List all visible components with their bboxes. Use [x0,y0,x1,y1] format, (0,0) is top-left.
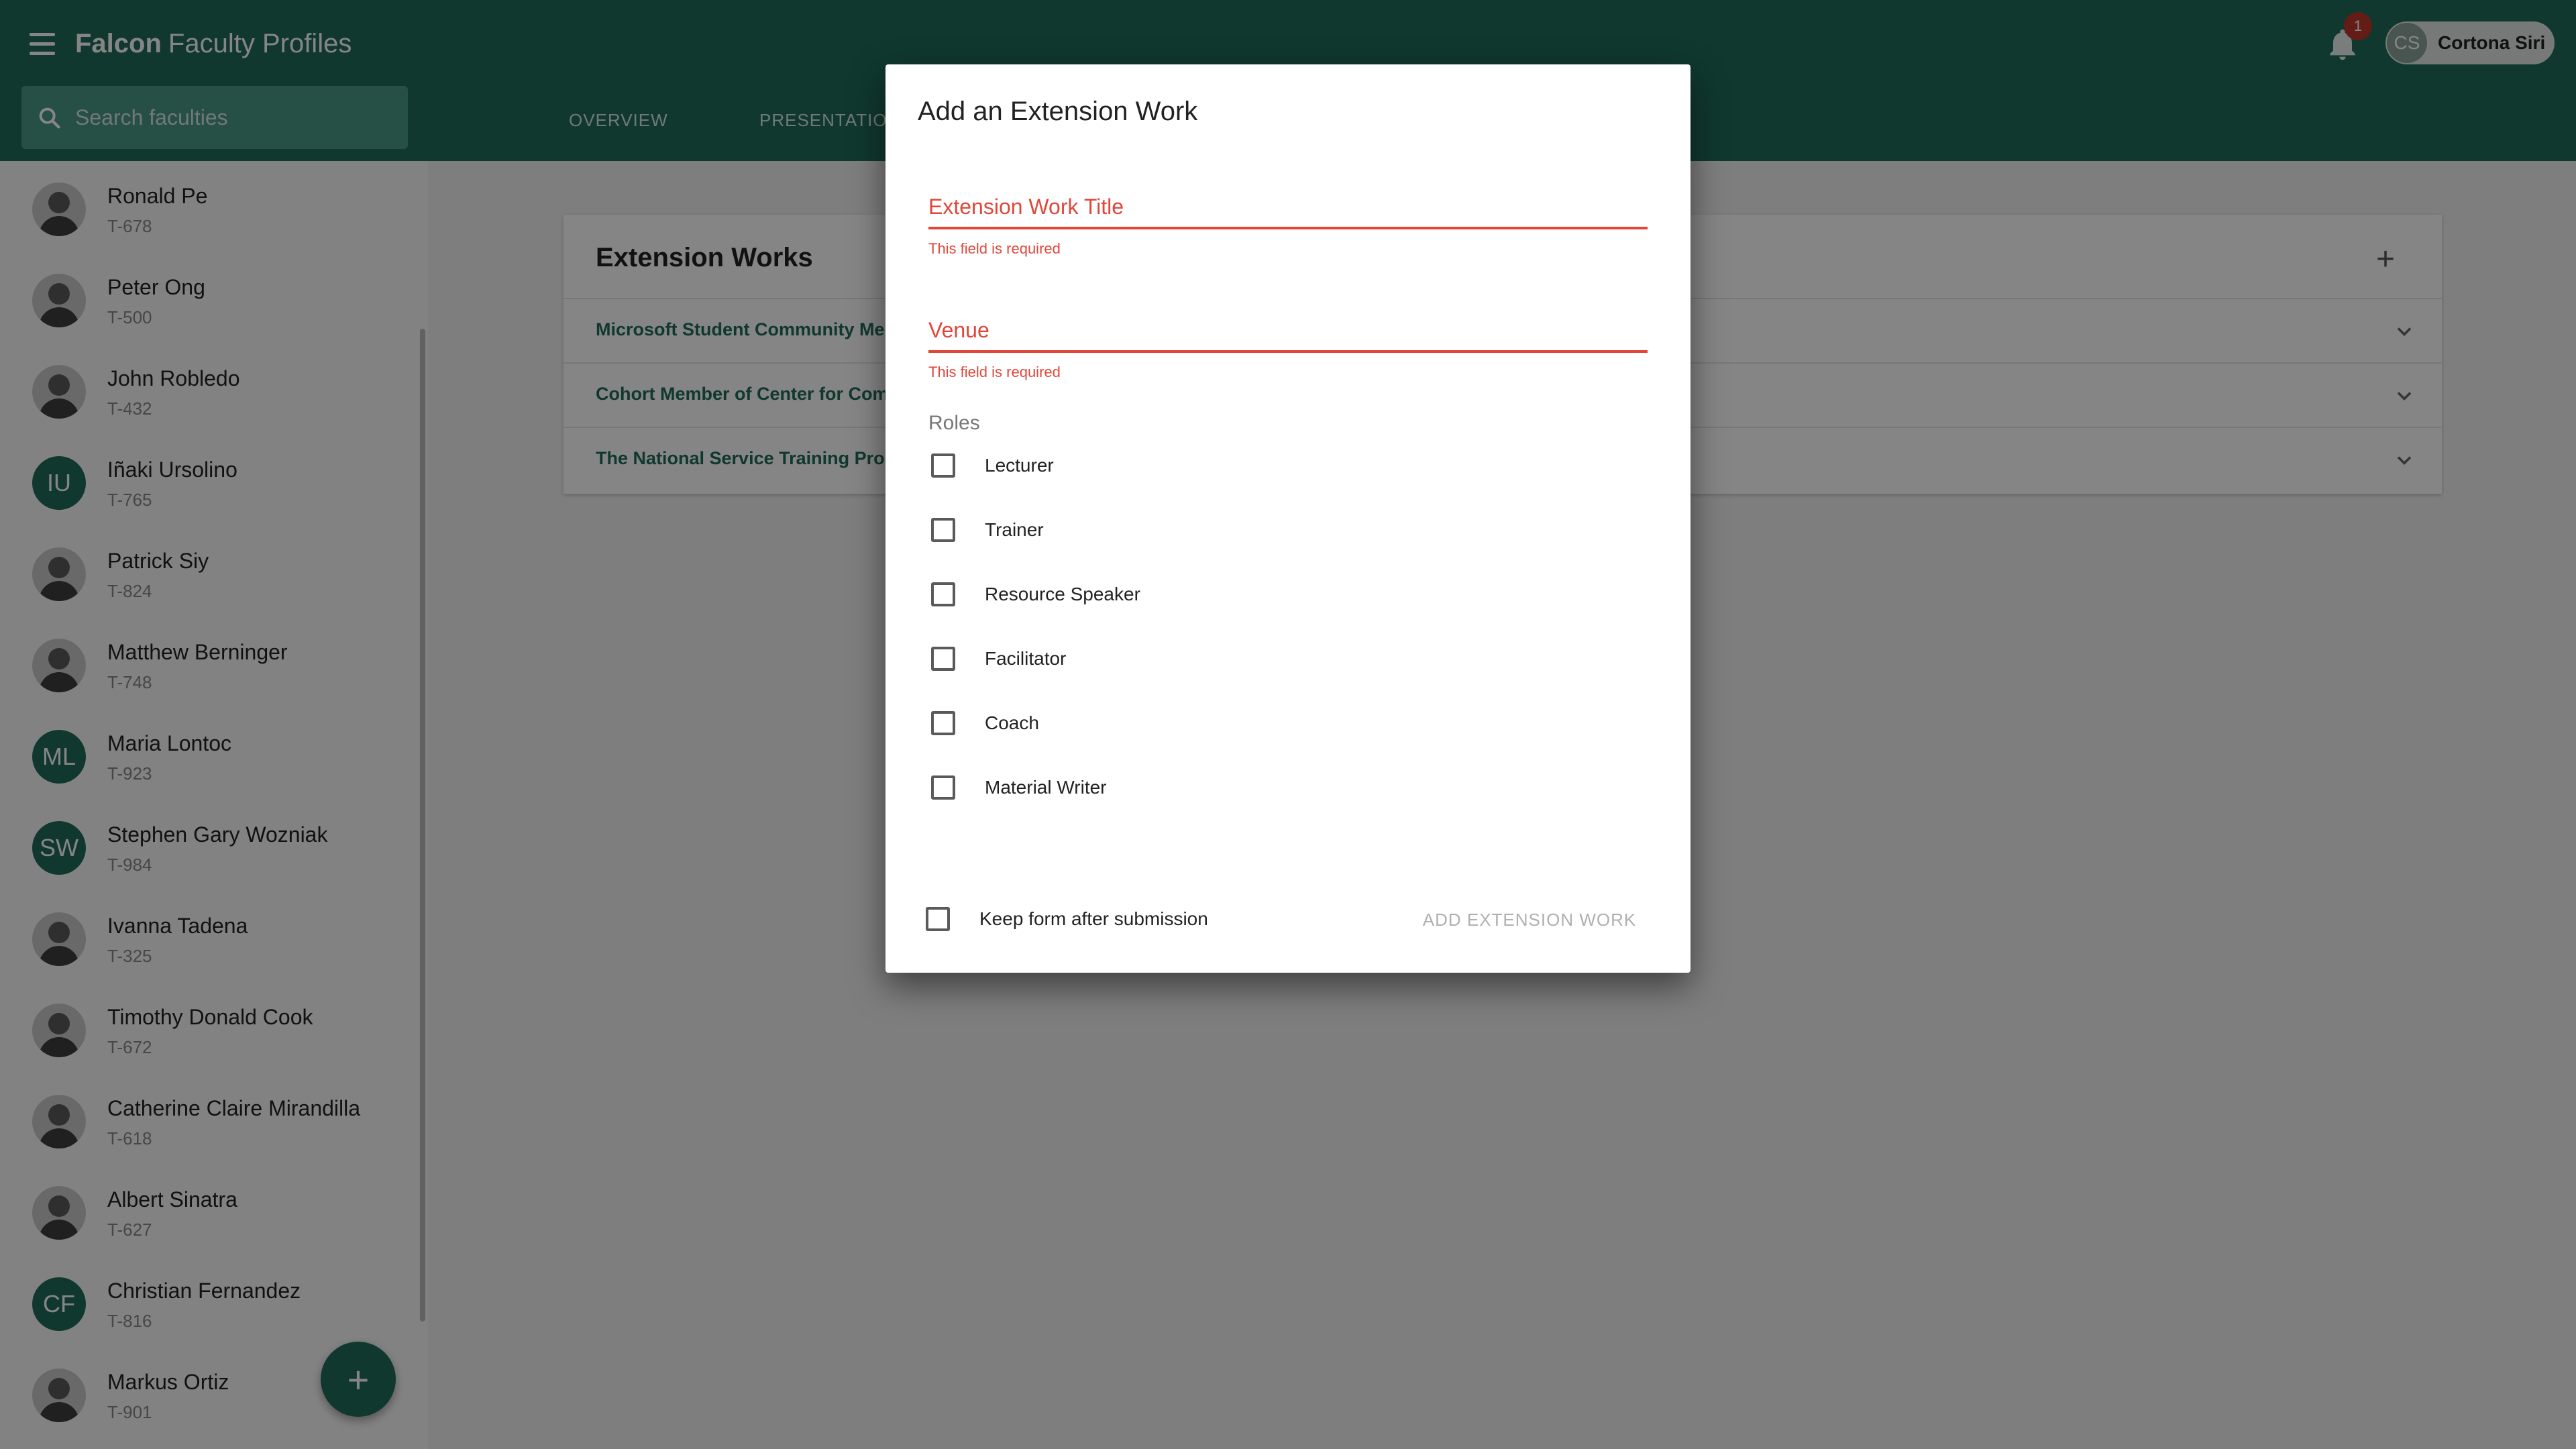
role-facilitator-checkbox[interactable]: Facilitator [928,643,1331,675]
role-label: Facilitator [985,648,1067,669]
checkbox[interactable] [931,582,955,606]
checkbox[interactable] [931,775,955,800]
extension-work-title-field[interactable]: Extension Work Title [928,195,1124,219]
role-resource-speaker-checkbox[interactable]: Resource Speaker [928,578,1331,610]
venue-error: This field is required [928,364,1061,380]
role-label: Coach [985,712,1039,733]
checkbox[interactable] [931,518,955,542]
keep-form-checkbox[interactable]: Keep form after submission [923,903,1258,935]
dialog-title: Add an Extension Work [918,97,1198,126]
role-material-writer-checkbox[interactable]: Material Writer [928,771,1331,804]
checkbox[interactable] [931,647,955,671]
role-label: Trainer [985,519,1044,540]
checkbox[interactable] [926,907,950,931]
add-extension-work-dialog: Add an Extension Work Extension Work Tit… [885,64,1690,973]
role-trainer-checkbox[interactable]: Trainer [928,514,1331,546]
extension-work-title-underline [928,227,1648,229]
role-label: Resource Speaker [985,584,1140,604]
add-extension-work-submit-button[interactable]: ADD EXTENSION WORK [1409,902,1650,938]
role-coach-checkbox[interactable]: Coach [928,707,1331,739]
keep-form-label: Keep form after submission [979,908,1208,929]
extension-work-title-error: This field is required [928,240,1061,257]
roles-label: Roles [928,412,980,434]
role-label: Lecturer [985,455,1054,476]
role-label: Material Writer [985,777,1107,798]
checkbox[interactable] [931,711,955,735]
venue-underline [928,350,1648,353]
venue-field[interactable]: Venue [928,318,989,343]
checkbox[interactable] [931,453,955,478]
role-lecturer-checkbox[interactable]: Lecturer [928,449,1331,482]
